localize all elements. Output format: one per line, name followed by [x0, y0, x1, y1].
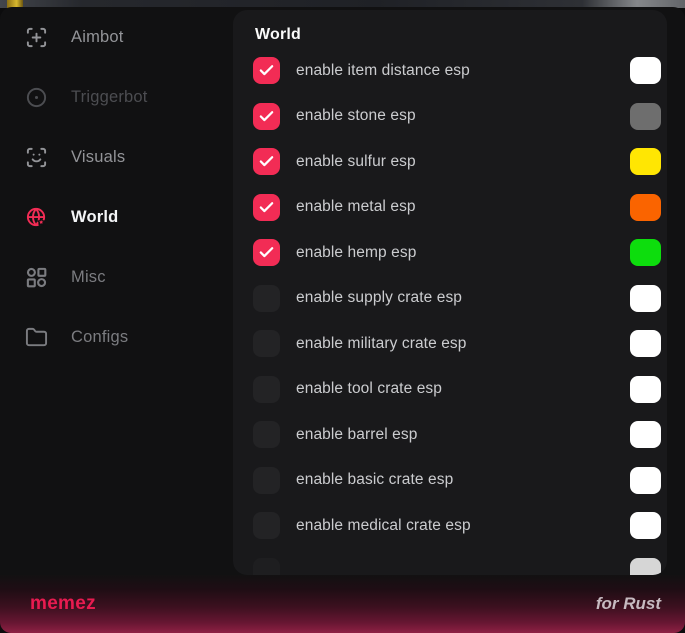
sidebar-item-world[interactable]: World [0, 187, 233, 247]
cheat-menu-window: AimbotTriggerbotVisualsWorldMiscConfigs … [0, 7, 685, 633]
check-icon [258, 199, 275, 216]
shapes-icon [25, 266, 48, 289]
esp-row-label: enable barrel esp [296, 426, 417, 444]
sidebar-item-label: Misc [71, 268, 106, 287]
sidebar-item-visuals[interactable]: Visuals [0, 127, 233, 187]
esp-row-label: enable metal esp [296, 198, 416, 216]
check-icon [258, 244, 275, 261]
esp-row-label: enable stone esp [296, 107, 416, 125]
sidebar-nav: Aimbot Triggerbot Visuals World Misc Configs [0, 7, 233, 367]
esp-color-swatch[interactable] [630, 467, 661, 494]
esp-checkbox[interactable] [253, 103, 280, 130]
esp-row: enable military crate esp [253, 330, 661, 357]
scan-face-icon [25, 146, 48, 169]
focus-icon [25, 26, 48, 49]
esp-row-label: enable medical crate esp [296, 517, 471, 535]
esp-color-swatch[interactable] [630, 512, 661, 539]
esp-checkbox[interactable] [253, 330, 280, 357]
esp-color-swatch[interactable] [630, 285, 661, 312]
esp-row: enable sulfur esp [253, 148, 661, 175]
esp-rows[interactable]: enable item distance esp enable stone esp… [253, 57, 661, 575]
esp-color-swatch[interactable] [630, 194, 661, 221]
sidebar-item-label: Triggerbot [71, 88, 148, 107]
esp-checkbox[interactable] [253, 285, 280, 312]
esp-color-swatch[interactable] [630, 57, 661, 84]
esp-checkbox[interactable] [253, 57, 280, 84]
esp-color-swatch[interactable] [630, 421, 661, 448]
footer-bar: memez for Rust [0, 575, 685, 633]
globe-star-icon [25, 206, 48, 229]
world-panel: World enable item distance esp enable sto… [233, 10, 667, 575]
esp-checkbox[interactable] [253, 194, 280, 221]
sidebar-item-label: Configs [71, 328, 128, 347]
brand-text: memez [30, 593, 96, 615]
sidebar-item-misc[interactable]: Misc [0, 247, 233, 307]
sidebar-item-label: Aimbot [71, 28, 124, 47]
check-icon [258, 108, 275, 125]
panel-title: World [255, 25, 661, 45]
esp-row-label: enable military crate esp [296, 335, 467, 353]
folder-icon [25, 326, 48, 349]
esp-checkbox[interactable] [253, 558, 280, 576]
sidebar-item-label: World [71, 208, 118, 227]
esp-row: enable tool crate esp [253, 376, 661, 403]
esp-row: enable stone esp [253, 103, 661, 130]
esp-row: enable metal esp [253, 194, 661, 221]
esp-checkbox[interactable] [253, 421, 280, 448]
esp-color-swatch[interactable] [630, 239, 661, 266]
circle-dot-icon [25, 86, 48, 109]
sidebar-item-label: Visuals [71, 148, 125, 167]
esp-row: enable item distance esp [253, 57, 661, 84]
esp-row-label: enable supply crate esp [296, 289, 462, 307]
esp-row-label: enable hemp esp [296, 244, 416, 262]
esp-color-swatch[interactable] [630, 376, 661, 403]
esp-checkbox[interactable] [253, 512, 280, 539]
esp-checkbox[interactable] [253, 148, 280, 175]
esp-row-label: enable basic crate esp [296, 471, 453, 489]
esp-checkbox[interactable] [253, 376, 280, 403]
esp-color-swatch[interactable] [630, 103, 661, 130]
esp-row: enable hemp esp [253, 239, 661, 266]
esp-row: enable barrel esp [253, 421, 661, 448]
check-icon [258, 62, 275, 79]
check-icon [258, 153, 275, 170]
esp-row: enable medical crate esp [253, 512, 661, 539]
esp-row-label: enable tool crate esp [296, 380, 442, 398]
esp-color-swatch[interactable] [630, 558, 661, 576]
esp-checkbox[interactable] [253, 467, 280, 494]
sidebar-item-triggerbot[interactable]: Triggerbot [0, 67, 233, 127]
sidebar-item-configs[interactable]: Configs [0, 307, 233, 367]
app-tagline: for Rust [596, 594, 661, 614]
esp-row [253, 558, 661, 576]
esp-row: enable supply crate esp [253, 285, 661, 312]
esp-checkbox[interactable] [253, 239, 280, 266]
sidebar-item-aimbot[interactable]: Aimbot [0, 7, 233, 67]
esp-color-swatch[interactable] [630, 148, 661, 175]
esp-color-swatch[interactable] [630, 330, 661, 357]
esp-row-label: enable sulfur esp [296, 153, 416, 171]
esp-row-label: enable item distance esp [296, 62, 470, 80]
esp-row: enable basic crate esp [253, 467, 661, 494]
